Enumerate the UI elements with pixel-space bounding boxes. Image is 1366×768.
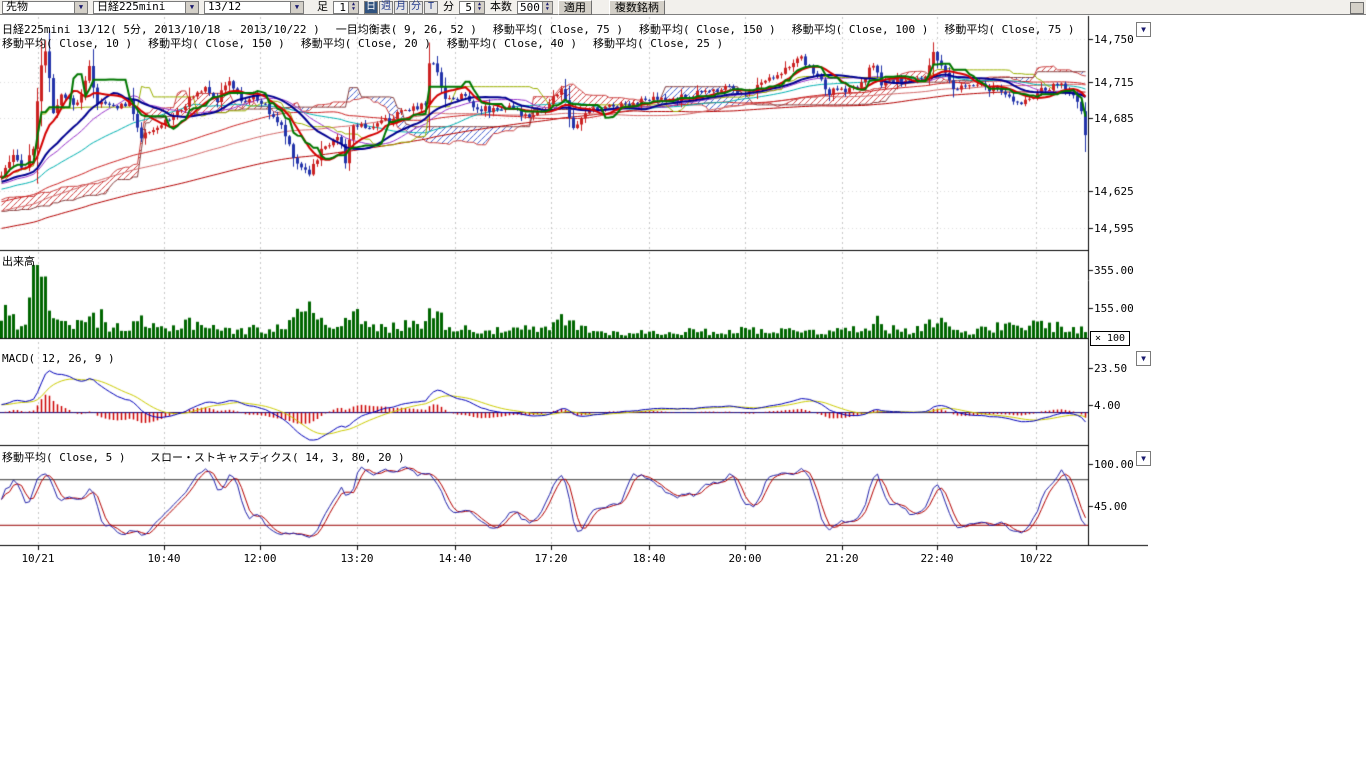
- x-axis-label: 10/21: [18, 552, 58, 565]
- x-axis-label: 14:40: [435, 552, 475, 565]
- macd-axis-label: 23.50: [1094, 362, 1127, 375]
- symbol-value: 日経225mini: [97, 1, 165, 13]
- bar-label: 足: [317, 1, 328, 13]
- stoch-axis-label: 100.00: [1094, 458, 1134, 471]
- x-axis-label: 10/22: [1016, 552, 1056, 565]
- price-axis-label: 14,750: [1094, 33, 1134, 46]
- bar-interval-value: 1: [334, 2, 348, 13]
- x-axis-label: 13:20: [337, 552, 377, 565]
- volume-axis-label: 155.00: [1094, 302, 1134, 315]
- bar-count-label: 本数: [490, 1, 512, 13]
- indicator-label: 移動平均( Close, 20 ): [301, 35, 431, 51]
- toolbar: 先物 ▼ 日経225mini ▼ 13/12 ▼ 足 1 ▲ ▼ 日 週 月 分…: [0, 0, 1366, 15]
- bar-count-stepper[interactable]: 500 ▲ ▼: [517, 1, 553, 14]
- x-axis-label: 10:40: [144, 552, 184, 565]
- chevron-down-icon: ▼: [1141, 354, 1146, 363]
- period-button-tick[interactable]: T: [424, 1, 438, 14]
- price-axis-label: 14,595: [1094, 222, 1134, 235]
- x-axis-label: 17:20: [531, 552, 571, 565]
- stoch-panel-label: スロー・ストキャスティクス( 14, 3, 80, 20 ): [150, 449, 405, 465]
- bar-interval-stepper[interactable]: 1 ▲ ▼: [333, 1, 359, 14]
- macd-panel-label: MACD( 12, 26, 9 ): [2, 352, 115, 365]
- indicator-label: 移動平均( Close, 100 ): [792, 21, 929, 37]
- chevron-down-icon: ▼: [290, 2, 303, 13]
- chevron-down-icon: ▼: [74, 2, 87, 13]
- chart-canvas[interactable]: [0, 15, 1148, 570]
- chevron-down-icon: ▼: [1141, 454, 1146, 463]
- spinner-down-icon[interactable]: ▼: [543, 7, 552, 13]
- price-panel-dropdown-button[interactable]: ▼: [1136, 22, 1151, 37]
- spinner-down-icon[interactable]: ▼: [349, 7, 358, 13]
- chevron-down-icon: ▼: [1141, 25, 1146, 34]
- stoch-panel-dropdown-button[interactable]: ▼: [1136, 451, 1151, 466]
- indicator-label: 移動平均( Close, 150 ): [148, 35, 285, 51]
- contract-month-select[interactable]: 13/12 ▼: [204, 1, 304, 14]
- period-button-month[interactable]: 月: [394, 1, 408, 14]
- instrument-type-select[interactable]: 先物 ▼: [2, 1, 88, 14]
- price-indicator-row-2: 移動平均( Close, 10 ) 移動平均( Close, 150 ) 移動平…: [2, 35, 723, 51]
- window-control-icon[interactable]: [1350, 2, 1364, 14]
- symbol-select[interactable]: 日経225mini ▼: [93, 1, 199, 14]
- price-axis-label: 14,685: [1094, 112, 1134, 125]
- macd-axis-label: 4.00: [1094, 399, 1121, 412]
- volume-axis-label: 355.00: [1094, 264, 1134, 277]
- macd-panel-dropdown-button[interactable]: ▼: [1136, 351, 1151, 366]
- price-axis-label: 14,625: [1094, 185, 1134, 198]
- period-button-day[interactable]: 日: [364, 1, 378, 14]
- stepper-arrows[interactable]: ▲ ▼: [474, 2, 484, 13]
- indicator-label: 移動平均( Close, 75 ): [944, 21, 1074, 37]
- period-button-group: 日 週 月 分 T: [364, 1, 438, 14]
- indicator-label: 移動平均( Close, 10 ): [2, 35, 132, 51]
- spinner-down-icon[interactable]: ▼: [475, 7, 484, 13]
- minute-interval-value: 5: [460, 2, 474, 13]
- stoch-axis-label: 45.00: [1094, 500, 1127, 513]
- minute-label: 分: [443, 1, 454, 13]
- volume-panel-label: 出来高: [2, 253, 35, 269]
- multi-symbol-button[interactable]: 複数銘柄: [609, 0, 665, 15]
- chart-area: 日経225mini 13/12( 5分, 2013/10/18 - 2013/1…: [0, 15, 1366, 575]
- contract-month-value: 13/12: [208, 1, 241, 13]
- stepper-arrows[interactable]: ▲ ▼: [542, 2, 552, 13]
- x-axis-label: 18:40: [629, 552, 669, 565]
- x-axis-label: 12:00: [240, 552, 280, 565]
- period-button-week[interactable]: 週: [379, 1, 393, 14]
- chevron-down-icon: ▼: [185, 2, 198, 13]
- bar-count-value: 500: [518, 2, 542, 13]
- apply-button[interactable]: 適用: [558, 0, 592, 15]
- instrument-type-value: 先物: [6, 1, 28, 13]
- indicator-label: 移動平均( Close, 40 ): [447, 35, 577, 51]
- volume-multiplier-badge: × 100: [1090, 331, 1130, 346]
- x-axis-label: 21:20: [822, 552, 862, 565]
- x-axis-label: 22:40: [917, 552, 957, 565]
- indicator-label: 移動平均( Close, 25 ): [593, 35, 723, 51]
- period-button-minute[interactable]: 分: [409, 1, 423, 14]
- stepper-arrows[interactable]: ▲ ▼: [348, 2, 358, 13]
- price-axis-label: 14,715: [1094, 76, 1134, 89]
- minute-interval-stepper[interactable]: 5 ▲ ▼: [459, 1, 485, 14]
- x-axis-label: 20:00: [725, 552, 765, 565]
- stoch-ma-label: 移動平均( Close, 5 ): [2, 449, 125, 465]
